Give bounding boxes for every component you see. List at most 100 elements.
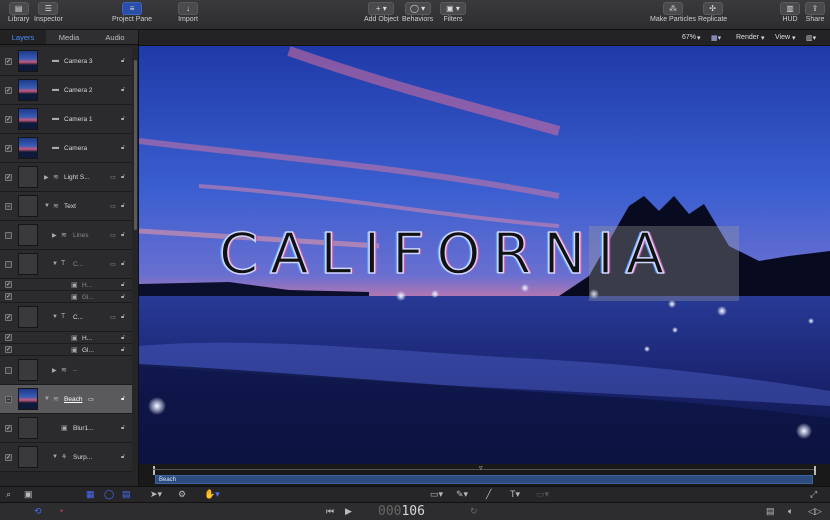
text-tool-icon[interactable]: T▾ — [510, 489, 520, 500]
disclosure-triangle-icon[interactable]: ▶ — [44, 174, 49, 181]
make-particles-button[interactable]: ⁂ Make Particles — [650, 2, 696, 23]
layer-row-gl1[interactable]: ✓ ▣ Gl... 🔓︎ — [0, 291, 132, 303]
play-range-end-handle[interactable] — [814, 466, 816, 475]
layer-visibility-checkbox[interactable] — [5, 261, 12, 268]
replicate-button[interactable]: ✣ Replicate — [698, 2, 727, 23]
disclosure-triangle-icon[interactable]: ▶ — [52, 367, 57, 374]
play-range-start-handle[interactable] — [153, 466, 155, 475]
layer-row-c1[interactable]: ▼ T C... ▭ 🔓︎ — [0, 250, 132, 279]
lock-icon[interactable]: 🔓︎ — [121, 335, 125, 342]
layer-visibility-checkbox[interactable]: ✓ — [5, 174, 12, 181]
layer-row-camera[interactable]: ✓ ▬ Camera 🔓︎ — [0, 134, 132, 163]
layer-visibility-checkbox[interactable]: ✓ — [5, 58, 12, 65]
layer-row-lines[interactable]: ▶ ≋ Lines ▭ 🔓︎ — [0, 221, 132, 250]
layer-visibility-checkbox[interactable]: ✓ — [5, 87, 12, 94]
project-pane-button[interactable]: ≡ Project Pane — [112, 2, 152, 23]
lock-icon[interactable]: 🔓︎ — [121, 87, 125, 94]
behaviors-button[interactable]: ◯ ▾ Behaviors — [402, 2, 433, 23]
library-button[interactable]: ▤ Library — [8, 2, 29, 23]
render-menu[interactable]: Render — [736, 34, 759, 41]
view-layout-icon[interactable]: ▥▾ — [806, 34, 816, 42]
layer-visibility-checkbox[interactable]: ✓ — [5, 425, 12, 432]
zoom-dropdown-icon[interactable]: ▾ — [697, 34, 701, 42]
timeline-clip-beach[interactable]: Beach — [155, 475, 813, 484]
layer-options-icon[interactable]: ▭ — [110, 232, 116, 239]
layer-visibility-checkbox[interactable] — [5, 232, 12, 239]
layer-row-light[interactable]: ✓ ▶ ≋ Light S... ▭ 🔓︎ — [0, 163, 132, 192]
lock-icon[interactable]: 🔓︎ — [121, 232, 125, 239]
layer-visibility-checkbox[interactable]: ✓ — [5, 454, 12, 461]
bezier-tool-icon[interactable]: ✎▾ — [456, 489, 468, 500]
audio-meter-icon[interactable]: ◁▷ — [808, 506, 822, 517]
record-icon[interactable]: ⟲ — [34, 506, 42, 517]
layer-row-blur[interactable]: ✓ ▣ Blur1... 🔓︎ — [0, 414, 132, 443]
layer-visibility-checkbox[interactable]: − — [5, 396, 12, 403]
lock-icon[interactable]: 🔓︎ — [121, 145, 125, 152]
tab-layers[interactable]: Layers — [0, 30, 46, 44]
layers-scrollbar[interactable] — [134, 60, 137, 230]
layer-options-icon[interactable]: ▭ — [88, 396, 94, 403]
layer-row-h1[interactable]: ✓ ▣ H... 🔓︎ — [0, 279, 132, 291]
disclosure-triangle-icon[interactable]: ▶ — [52, 232, 57, 239]
disclosure-triangle-icon[interactable]: ▼ — [52, 261, 58, 267]
timeline-toggle-icon[interactable]: ▤ — [766, 506, 775, 517]
lock-icon[interactable]: 🔓︎ — [121, 454, 125, 461]
layer-options-icon[interactable]: ▭ — [110, 203, 116, 210]
layer-row-camera-3[interactable]: ✓ ▬ Camera 3 🔓︎ — [0, 47, 132, 76]
layer-visibility-checkbox[interactable]: ✓ — [5, 346, 12, 353]
lock-icon[interactable]: 🔓︎ — [121, 174, 125, 181]
layer-row-c2[interactable]: ✓ ▼ T C... ▭ 🔓︎ — [0, 303, 132, 332]
fullscreen-icon[interactable]: ⤢ — [810, 489, 817, 500]
layer-visibility-checkbox[interactable] — [5, 367, 12, 374]
lock-icon[interactable]: 🔓︎ — [121, 261, 125, 268]
filters-button[interactable]: ▣ ▾ Filters — [440, 2, 466, 23]
search-icon[interactable]: ⌕ — [6, 489, 11, 500]
layer-row-beach[interactable]: − ▼ ≋ Beach ▭ 🔓︎ — [0, 385, 132, 414]
layer-row-camera-1[interactable]: ✓ ▬ Camera 1 🔓︎ — [0, 105, 132, 134]
layer-options-icon[interactable]: ▭ — [110, 261, 116, 268]
layer-visibility-checkbox[interactable]: − — [5, 203, 12, 210]
layer-row-camera-2[interactable]: ✓ ▬ Camera 2 🔓︎ — [0, 76, 132, 105]
masks-toggle-icon[interactable]: ▤ — [122, 489, 131, 500]
playhead-icon[interactable]: ▿ — [479, 464, 483, 472]
layer-row-gl2[interactable]: ✓ ▣ Gl... 🔓︎ — [0, 344, 132, 356]
layer-visibility-checkbox[interactable]: ✓ — [5, 116, 12, 123]
layer-row-text[interactable]: − ▼ ≋ Text ▭ 🔓︎ — [0, 192, 132, 221]
hud-button[interactable]: ▥ HUD — [780, 2, 800, 23]
lock-icon[interactable]: 🔓︎ — [121, 294, 125, 301]
layer-row-dash[interactable]: ▶ ≋ -- — [0, 356, 132, 385]
render-dropdown-icon[interactable]: ▾ — [761, 34, 765, 42]
paint-stroke-tool-icon[interactable]: ╱ — [486, 489, 491, 500]
record-animation-icon[interactable]: ◔ — [58, 506, 63, 516]
lock-icon[interactable]: 🔓︎ — [121, 396, 125, 403]
mask-tool-icon[interactable]: ▭▾ — [536, 489, 549, 500]
add-object-button[interactable]: + ▾ Add Object — [364, 2, 399, 23]
adjust-anchor-tool-icon[interactable]: ⚙ — [178, 489, 186, 500]
hand-tool-icon[interactable]: ✋▾ — [204, 489, 220, 500]
loop-icon[interactable]: ↻ — [470, 506, 478, 517]
select-tool-icon[interactable]: ➤▾ — [150, 489, 162, 500]
layer-options-icon[interactable]: ▭ — [110, 174, 116, 181]
layer-visibility-checkbox[interactable]: ✓ — [5, 293, 12, 300]
color-channels-icon[interactable]: ▦▾ — [711, 34, 721, 42]
layer-visibility-checkbox[interactable]: ✓ — [5, 314, 12, 321]
lock-icon[interactable]: 🔓︎ — [121, 203, 125, 210]
share-button[interactable]: ⇪ Share — [805, 2, 825, 23]
layer-visibility-checkbox[interactable]: ✓ — [5, 334, 12, 341]
lock-icon[interactable]: 🔓︎ — [121, 116, 125, 123]
import-button[interactable]: ↓ Import — [178, 2, 198, 23]
layer-visibility-checkbox[interactable]: ✓ — [5, 145, 12, 152]
tab-audio[interactable]: Audio — [92, 30, 138, 44]
disclosure-triangle-icon[interactable]: ▼ — [44, 203, 50, 209]
layer-visibility-checkbox[interactable]: ✓ — [5, 281, 12, 288]
lock-icon[interactable]: 🔓︎ — [121, 314, 125, 321]
lock-icon[interactable]: 🔓︎ — [121, 58, 125, 65]
disclosure-triangle-icon[interactable]: ▼ — [52, 314, 58, 320]
mini-timeline[interactable]: ▿ Beach — [139, 464, 830, 486]
layer-options-icon[interactable]: ▭ — [110, 314, 116, 321]
california-title-text[interactable]: CALIFORNIA — [218, 221, 676, 288]
go-to-start-icon[interactable]: ⏮ — [326, 506, 334, 517]
play-icon[interactable]: ▶ — [345, 506, 352, 517]
inspector-button[interactable]: ☰ Inspector — [34, 2, 63, 23]
audio-icon[interactable]: 🔈︎ — [788, 506, 793, 517]
